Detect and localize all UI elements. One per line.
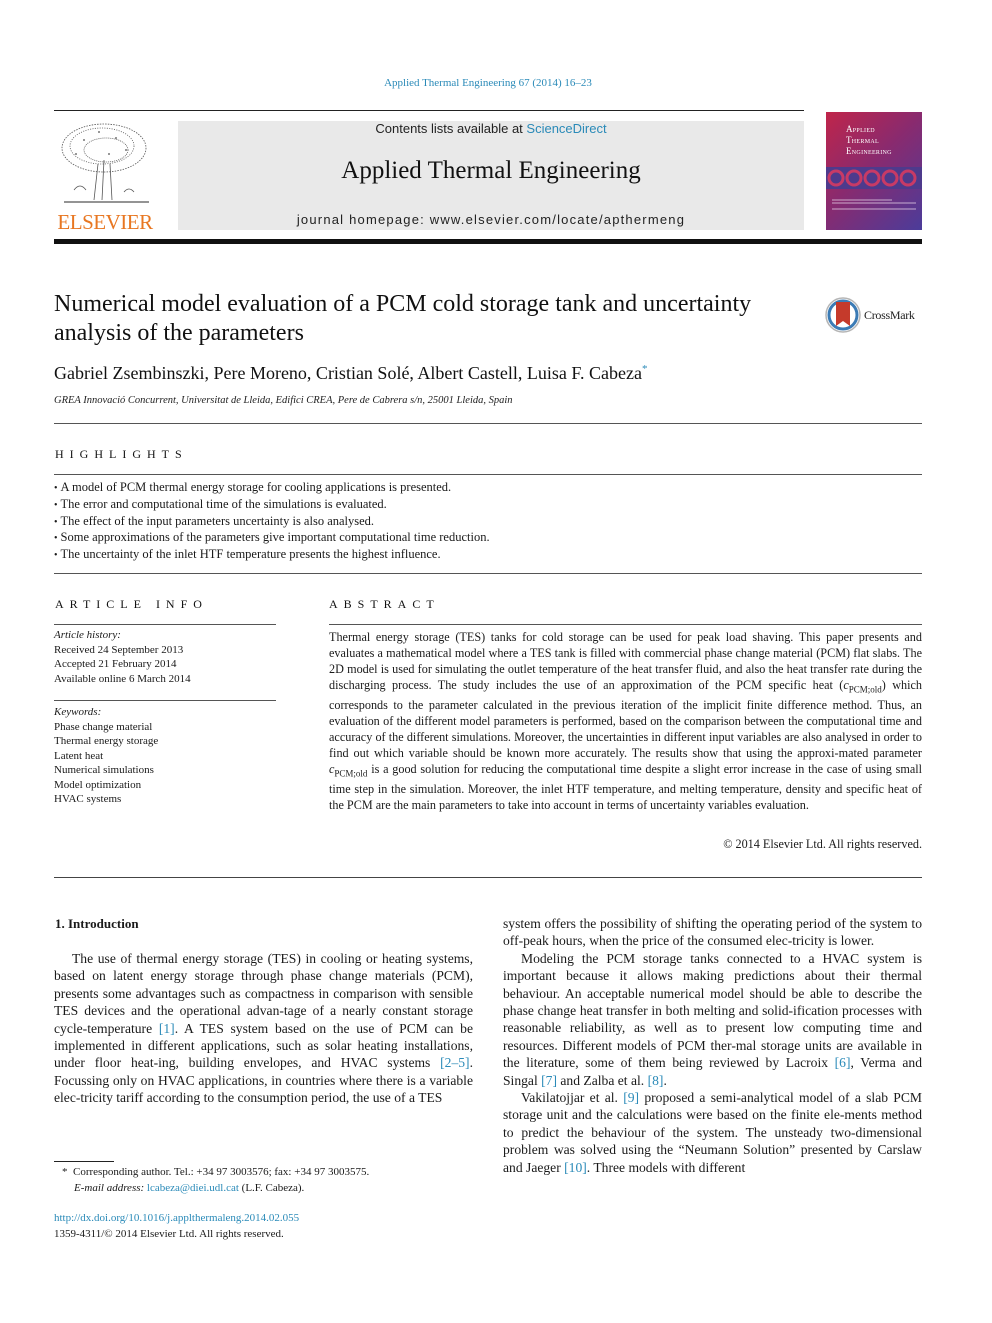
- keyword-item: Phase change material: [54, 720, 153, 733]
- highlights-heading: HIGHLIGHTS: [55, 447, 188, 461]
- divider: [54, 474, 922, 475]
- footnote-mark: *: [62, 1166, 68, 1178]
- keyword-item: HVAC systems: [54, 793, 122, 805]
- highlight-item: The effect of the input parameters uncer…: [54, 514, 914, 531]
- contents-prefix: Contents lists available at: [375, 121, 527, 136]
- divider: [54, 877, 922, 878]
- footnote-email: E-mail address: lcabeza@diei.udl.cat (L.…: [54, 1181, 484, 1197]
- symbol-subscript: PCM;old: [848, 684, 882, 695]
- highlight-item: The uncertainty of the inlet HTF tempera…: [54, 547, 914, 564]
- citation-link[interactable]: [8]: [648, 1073, 664, 1088]
- cover-title-line: Thermal: [846, 135, 879, 145]
- journal-reference-link[interactable]: Applied Thermal Engineering 67 (2014) 16…: [0, 77, 976, 89]
- crossmark-label: CrossMark: [864, 308, 915, 322]
- keywords: Keywords: Phase change material Thermal …: [54, 705, 276, 807]
- text-segment: . Three models with different: [586, 1159, 746, 1175]
- elsevier-logo[interactable]: ELSEVIER: [54, 120, 156, 234]
- body-column-right: system offers the possibility of shiftin…: [503, 915, 922, 1176]
- divider: [54, 573, 922, 574]
- highlight-item: Some approximations of the parameters gi…: [54, 530, 914, 547]
- journal-cover-image[interactable]: Applied Thermal Engineering: [826, 112, 922, 230]
- email-suffix: (L.F. Cabeza).: [238, 1181, 305, 1194]
- cover-title-line: Engineering: [846, 146, 892, 156]
- cover-title-line: Applied: [846, 124, 875, 134]
- issn-copyright: 1359-4311/© 2014 Elsevier Ltd. All right…: [54, 1227, 284, 1240]
- footnote-corresponding: * Corresponding author. Tel.: +34 97 300…: [54, 1165, 484, 1181]
- highlight-item: A model of PCM thermal energy storage fo…: [54, 480, 914, 497]
- authors-text: Gabriel Zsembinszki, Pere Moreno, Cristi…: [54, 363, 642, 383]
- divider: [54, 624, 276, 625]
- crossmark-button[interactable]: CrossMark: [825, 296, 925, 336]
- elsevier-tree-icon: [54, 120, 156, 210]
- crossmark-icon: [825, 297, 861, 333]
- citation-link[interactable]: [1]: [159, 1021, 175, 1036]
- sciencedirect-link[interactable]: ScienceDirect: [526, 121, 606, 136]
- cover-pattern-icon: [826, 167, 922, 189]
- journal-name: Applied Thermal Engineering: [341, 157, 641, 184]
- divider: [329, 624, 922, 625]
- footnote-text: Corresponding author. Tel.: +34 97 30035…: [73, 1166, 370, 1178]
- corresponding-author-mark[interactable]: *: [642, 363, 648, 375]
- text-segment: and Zalba et al.: [557, 1072, 648, 1088]
- keyword-item: Latent heat: [54, 749, 104, 762]
- article-title: Numerical model evaluation of a PCM cold…: [54, 291, 752, 346]
- cover-subtitle-icon: [832, 199, 916, 210]
- journal-homepage[interactable]: journal homepage: www.elsevier.com/locat…: [178, 212, 804, 227]
- email-label: E-mail address:: [74, 1181, 145, 1194]
- email-link[interactable]: lcabeza@diei.udl.cat: [147, 1182, 239, 1194]
- abstract-copyright: © 2014 Elsevier Ltd. All rights reserved…: [723, 837, 922, 851]
- history-accepted: Accepted 21 February 2014: [54, 658, 177, 670]
- citation-link[interactable]: [9]: [623, 1090, 639, 1105]
- text-segment: Modeling the PCM storage tanks connected…: [503, 950, 922, 1071]
- highlights-list: A model of PCM thermal energy storage fo…: [54, 480, 914, 564]
- article-history: Article history: Received 24 September 2…: [54, 628, 276, 686]
- history-label: Article history:: [54, 629, 121, 641]
- divider: [54, 423, 922, 424]
- abstract-segment: is a good solution for reducing the comp…: [329, 761, 922, 812]
- symbol-c-pcm-old: cPCM;old: [329, 762, 368, 779]
- history-received: Received 24 September 2013: [54, 643, 184, 656]
- citation-link[interactable]: [10]: [564, 1160, 587, 1175]
- section-heading-introduction: 1. Introduction: [55, 916, 139, 931]
- citation-link[interactable]: [7]: [541, 1073, 557, 1088]
- doi-block: http://dx.doi.org/10.1016/j.applthermale…: [54, 1211, 484, 1242]
- article-info-heading: ARTICLE INFO: [55, 597, 208, 611]
- paragraph: The use of thermal energy storage (TES) …: [54, 950, 473, 1107]
- keyword-item: Model optimization: [54, 778, 142, 791]
- footnote-rule: [54, 1161, 114, 1162]
- cover-title: Applied Thermal Engineering: [846, 124, 892, 157]
- highlight-item: The error and computational time of the …: [54, 497, 914, 514]
- header-rule: [54, 110, 804, 111]
- divider: [54, 700, 276, 701]
- keywords-label: Keywords:: [54, 706, 102, 718]
- paragraph: system offers the possibility of shiftin…: [503, 916, 922, 949]
- contents-line: Contents lists available at ScienceDirec…: [178, 121, 804, 136]
- symbol-subscript: PCM;old: [334, 768, 368, 779]
- abstract-text: Thermal energy storage (TES) tanks for c…: [329, 630, 922, 814]
- citation-link[interactable]: [6]: [835, 1055, 851, 1070]
- abstract-segment: Thermal energy storage (TES) tanks for c…: [329, 630, 922, 692]
- keyword-item: Thermal energy storage: [54, 735, 159, 747]
- affiliation: GREA Innovació Concurrent, Universitat d…: [54, 395, 513, 406]
- footnote: * Corresponding author. Tel.: +34 97 300…: [54, 1165, 484, 1196]
- elsevier-wordmark: ELSEVIER: [57, 210, 153, 234]
- journal-masthead: Contents lists available at ScienceDirec…: [178, 121, 804, 230]
- paragraph: Modeling the PCM storage tanks connected…: [503, 950, 922, 1089]
- history-online: Available online 6 March 2014: [54, 672, 191, 685]
- paragraph: Vakilatojjar et al. [9] proposed a semi-…: [503, 1089, 922, 1176]
- text-segment: Vakilatojjar et al.: [521, 1090, 624, 1106]
- doi-link[interactable]: http://dx.doi.org/10.1016/j.applthermale…: [54, 1212, 299, 1224]
- body-column-left: The use of thermal energy storage (TES) …: [54, 950, 473, 1107]
- text-segment: .: [663, 1072, 667, 1088]
- citation-link[interactable]: [2–5]: [440, 1055, 469, 1070]
- symbol-c-pcm-old: cPCM;old: [843, 678, 882, 695]
- masthead-thick-rule: [54, 239, 922, 244]
- abstract-heading: ABSTRACT: [329, 597, 440, 611]
- author-list: Gabriel Zsembinszki, Pere Moreno, Cristi…: [54, 363, 647, 384]
- keyword-item: Numerical simulations: [54, 764, 154, 776]
